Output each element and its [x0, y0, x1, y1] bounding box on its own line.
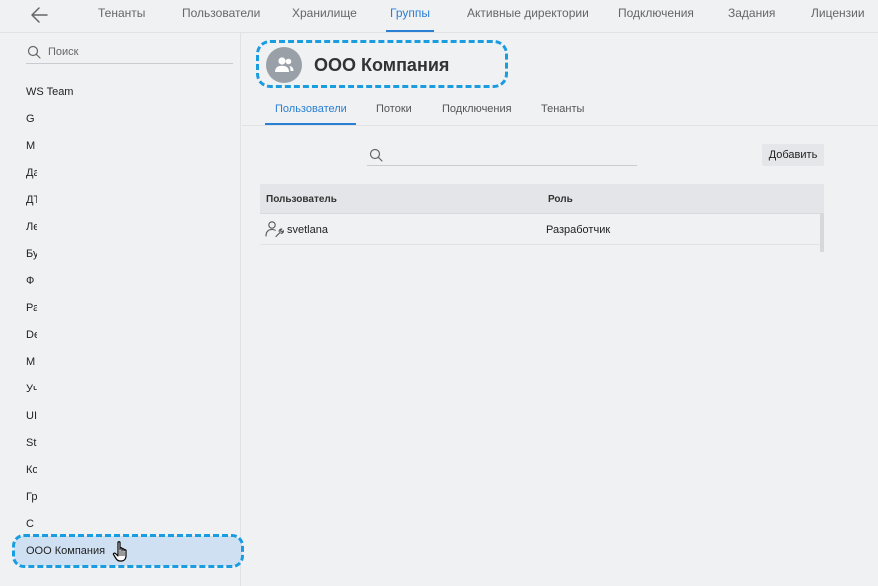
- arrow-left-icon[interactable]: [28, 3, 52, 27]
- subtab-flows[interactable]: Потоки: [376, 103, 412, 125]
- group-item[interactable]: Уч: [26, 379, 37, 399]
- cell-user: svetlana: [287, 224, 328, 236]
- subtab-users[interactable]: Пользователи: [265, 103, 356, 125]
- tab-connections[interactable]: Подключения: [618, 0, 694, 32]
- group-item[interactable]: De: [26, 325, 37, 345]
- group-item[interactable]: ДТ: [26, 190, 37, 210]
- hand-pointer-icon: [112, 540, 132, 569]
- group-search: [26, 42, 233, 64]
- divider: [242, 125, 878, 126]
- group-item[interactable]: Бу: [26, 244, 37, 264]
- sidebar: WS Team G M Да ДТ Ле Бу Ф Ра De M Уч UI …: [0, 33, 244, 586]
- table-header: Пользователь Роль: [260, 184, 824, 214]
- group-item[interactable]: Ра: [26, 298, 37, 318]
- column-header-role[interactable]: Роль: [548, 194, 573, 205]
- user-wrench-icon: [265, 221, 284, 238]
- group-item[interactable]: Ле: [26, 217, 37, 237]
- subtab-tenants[interactable]: Тенанты: [541, 103, 584, 125]
- top-navigation: Тенанты Пользователи Хранилище Группы Ак…: [0, 0, 878, 33]
- tab-active-directories[interactable]: Активные директории: [467, 0, 589, 32]
- tab-groups[interactable]: Группы: [386, 0, 434, 32]
- group-search-input[interactable]: [48, 42, 228, 62]
- group-item[interactable]: M: [26, 352, 37, 372]
- subtab-connections[interactable]: Подключения: [442, 103, 512, 125]
- group-item[interactable]: Ф: [26, 271, 37, 291]
- group-item[interactable]: Да: [26, 163, 37, 183]
- group-item[interactable]: Гр: [26, 487, 37, 507]
- user-search-input[interactable]: [367, 145, 637, 166]
- table-scrollbar[interactable]: [820, 214, 824, 252]
- search-icon: [27, 45, 41, 59]
- table-row[interactable]: svetlana Разработчик: [260, 214, 820, 245]
- group-item[interactable]: G: [26, 109, 37, 129]
- group-item[interactable]: St: [26, 433, 37, 453]
- search-icon: [369, 148, 383, 162]
- group-item[interactable]: Ко: [26, 460, 37, 480]
- tab-jobs[interactable]: Задания: [728, 0, 775, 32]
- tab-tenants[interactable]: Тенанты: [98, 0, 145, 32]
- group-avatar: [266, 47, 302, 83]
- group-item[interactable]: С: [26, 514, 37, 534]
- group-item[interactable]: WS Team: [26, 82, 236, 102]
- users-table: Пользователь Роль svetlana Разработчик: [260, 184, 824, 252]
- group-detail: ООО Компания Пользователи Потоки Подключ…: [242, 33, 878, 586]
- column-header-user[interactable]: Пользователь: [266, 194, 337, 205]
- page-title: ООО Компания: [314, 55, 450, 75]
- add-button[interactable]: Добавить: [762, 144, 824, 166]
- tab-users[interactable]: Пользователи: [182, 0, 260, 32]
- cell-role: Разработчик: [546, 224, 611, 236]
- tab-storage[interactable]: Хранилище: [292, 0, 357, 32]
- tab-licenses[interactable]: Лицензии: [811, 0, 865, 32]
- group-item[interactable]: M: [26, 136, 37, 156]
- group-item[interactable]: UI: [26, 406, 37, 426]
- users-icon: [275, 57, 294, 72]
